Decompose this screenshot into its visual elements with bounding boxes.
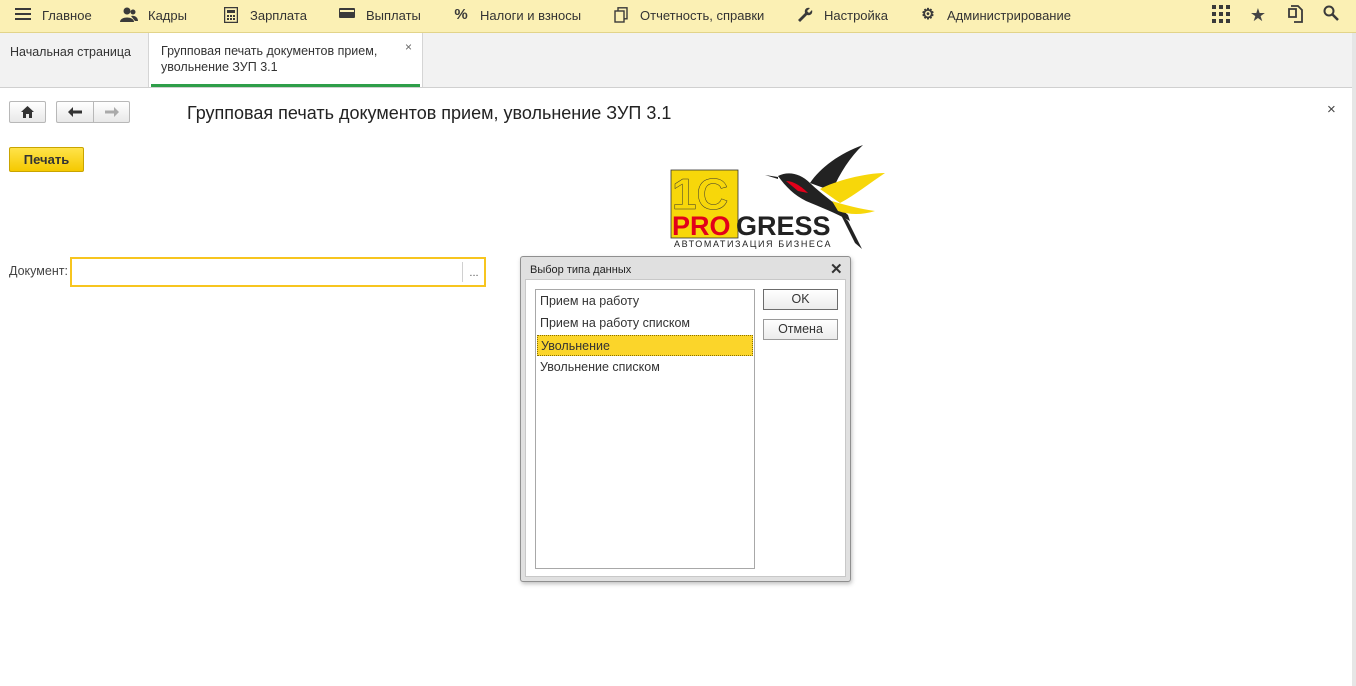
home-icon <box>21 106 34 118</box>
active-tab-indicator <box>151 84 420 87</box>
tab-home-page[interactable]: Начальная страница <box>0 33 148 87</box>
print-button[interactable]: Печать <box>9 147 84 172</box>
menu-item-label: Отчетность, справки <box>640 7 765 23</box>
people-icon <box>120 7 138 23</box>
list-item[interactable]: Прием на работу списком <box>537 313 753 334</box>
tab-bar: Начальная страница Групповая печать доку… <box>0 33 1356 88</box>
choose-button[interactable]: ... <box>463 259 485 285</box>
menu-item-label: Главное <box>42 7 92 23</box>
star-icon[interactable]: ★ <box>1248 5 1268 25</box>
arrow-left-icon <box>68 107 82 117</box>
tab-label: Начальная страница <box>10 45 131 59</box>
close-icon[interactable]: × <box>1327 101 1336 118</box>
menu-item-label: Настройка <box>824 7 888 23</box>
tab-group-print[interactable]: Групповая печать документов прием, уволь… <box>148 33 423 87</box>
menu-item-label: Выплаты <box>366 7 421 23</box>
menu-item-admin[interactable]: ⚙ Администрирование <box>919 0 1071 30</box>
menu-item-salary[interactable]: Зарплата <box>222 0 307 30</box>
history-icon[interactable] <box>1286 5 1306 25</box>
document-input[interactable] <box>72 259 462 285</box>
calculator-icon <box>222 6 240 24</box>
tab-close-icon[interactable]: × <box>405 39 412 55</box>
dialog-body: Прием на работу Прием на работу списком … <box>525 279 846 577</box>
scrollbar[interactable] <box>1352 33 1356 686</box>
menu-item-taxes[interactable]: % Налоги и взносы <box>452 0 581 30</box>
ok-button[interactable]: OK <box>763 289 838 310</box>
cancel-button[interactable]: Отмена <box>763 319 838 340</box>
wallet-icon <box>338 7 356 23</box>
arrow-right-icon <box>104 107 119 117</box>
logo-gress-text: GRESS <box>736 211 831 241</box>
document-field: ... <box>70 257 486 287</box>
hamburger-icon <box>14 7 32 23</box>
forward-button[interactable] <box>93 101 130 123</box>
menu-item-settings[interactable]: Настройка <box>796 0 888 30</box>
menu-item-staff[interactable]: Кадры <box>120 0 187 30</box>
gear-icon: ⚙ <box>921 6 935 23</box>
list-item[interactable]: Прием на работу <box>537 291 753 312</box>
menu-item-main[interactable]: Главное <box>14 0 92 30</box>
menu-item-label: Администрирование <box>947 7 1071 23</box>
1c-progress-logo: 1C PRO GRESS АВТОМАТИЗАЦИЯ БИЗНЕСА <box>670 145 885 249</box>
menu-item-label: Зарплата <box>250 7 307 23</box>
page-title: Групповая печать документов прием, уволь… <box>187 103 672 123</box>
percent-icon: % <box>454 6 468 23</box>
wrench-icon <box>796 7 814 23</box>
menu-item-label: Налоги и взносы <box>480 7 582 23</box>
logo-tagline: АВТОМАТИЗАЦИЯ БИЗНЕСА <box>674 239 832 249</box>
logo-pro-text: PRO <box>672 211 731 241</box>
main-menu-bar: Главное Кадры Зарплата Выплаты % Налоги … <box>0 0 1356 33</box>
dialog-close-icon[interactable]: ✕ <box>830 260 843 278</box>
document-label: Документ: <box>9 264 68 278</box>
select-data-type-dialog: Выбор типа данных ✕ Прием на работу Прие… <box>520 256 851 582</box>
data-type-list[interactable]: Прием на работу Прием на работу списком … <box>535 289 755 569</box>
home-button[interactable] <box>9 101 46 123</box>
menu-item-reports[interactable]: Отчетность, справки <box>612 0 764 30</box>
list-item[interactable]: Увольнение списком <box>537 357 753 378</box>
search-icon[interactable] <box>1321 5 1341 25</box>
dialog-title: Выбор типа данных <box>530 264 632 276</box>
grid-icon[interactable] <box>1211 5 1231 25</box>
list-item-selected[interactable]: Увольнение <box>537 335 753 356</box>
menu-item-payments[interactable]: Выплаты <box>338 0 421 30</box>
documents-icon <box>612 7 630 23</box>
tab-label-line2: увольнение ЗУП 3.1 <box>161 60 278 74</box>
tab-label-line1: Групповая печать документов прием, <box>161 44 378 58</box>
menu-item-label: Кадры <box>148 7 187 23</box>
back-button[interactable] <box>56 101 93 123</box>
